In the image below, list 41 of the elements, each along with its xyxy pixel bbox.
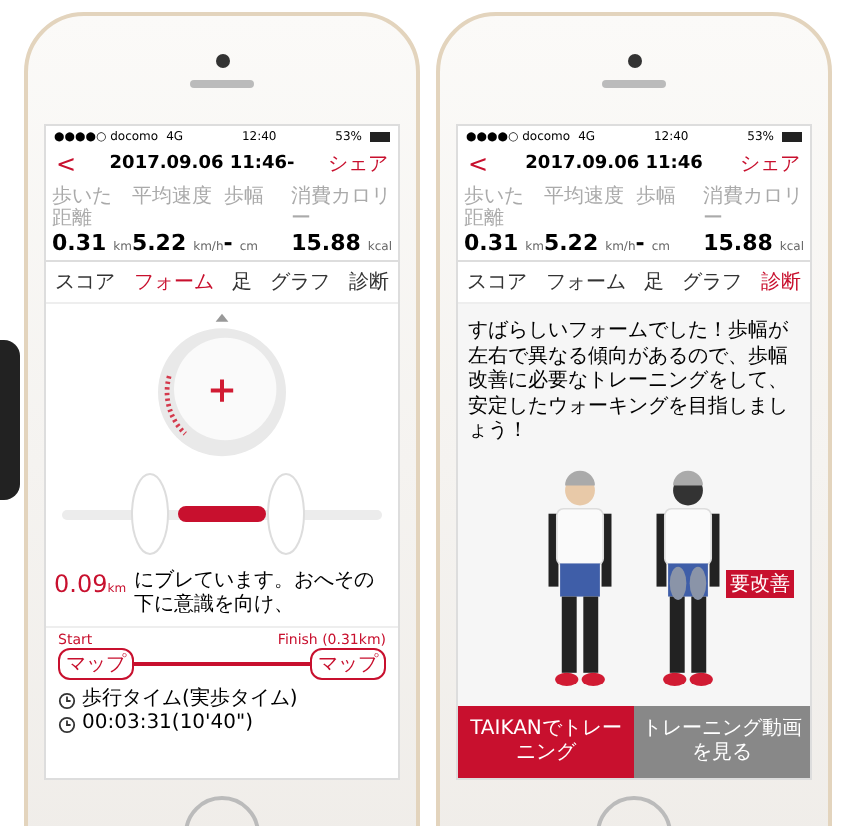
tab[interactable]: 診断 — [348, 268, 389, 296]
camera-icon — [627, 53, 641, 67]
training-button[interactable]: トレーニング動画を見る — [634, 706, 810, 778]
diagnosis-text: すばらしいフォームでした！歩幅が左右で異なる傾向があるので、歩幅改善に必要なトレーニングをして、安定したウォーキングを目指しましょう！ — [468, 320, 790, 445]
speaker-icon — [602, 79, 666, 87]
stat-label: 平均速度 — [131, 188, 214, 209]
stat-label: 歩幅 — [635, 188, 678, 209]
walk-time-value: 00:03:31(10'40") — [82, 712, 254, 736]
form-advice-text: にブレています。おへその下に意識を向け、 — [134, 570, 377, 618]
map-button[interactable]: マップ — [58, 648, 134, 680]
stat-label: 消費カロリー — [291, 188, 392, 230]
tab[interactable]: 足 — [643, 268, 664, 296]
battery-icon — [370, 132, 390, 142]
stat-label: 消費カロリー — [703, 188, 804, 230]
tab[interactable]: 足 — [231, 268, 252, 296]
tab[interactable]: フォーム — [133, 268, 214, 296]
tab[interactable]: フォーム — [545, 268, 626, 296]
marker-tag: 要改善 — [726, 569, 794, 597]
speaker-icon — [190, 79, 254, 87]
walk-time-label: 歩行タイム(実歩タイム) — [82, 688, 298, 712]
stat-label: 歩幅 — [223, 188, 266, 209]
share-button[interactable]: シェア — [328, 150, 388, 178]
clock-icon — [58, 715, 76, 733]
stat-label: 歩いた距離 — [464, 188, 526, 230]
camera-icon — [215, 53, 229, 67]
back-button[interactable]: < — [468, 150, 489, 178]
stat-label: 平均速度 — [543, 188, 626, 209]
date-title: 2017.09.06 11:46 — [523, 154, 705, 174]
battery-icon — [782, 132, 802, 142]
stat-label: 歩いた距離 — [52, 188, 114, 230]
training-button[interactable]: TAIKANでトレーニング — [458, 706, 634, 778]
tab[interactable]: スコア — [55, 268, 116, 296]
back-button[interactable]: < — [56, 150, 77, 178]
map-button[interactable]: マップ — [310, 648, 386, 680]
tab[interactable]: 診断 — [760, 268, 801, 296]
date-title: 2017.09.06 11:46- — [107, 154, 297, 174]
clock-icon — [58, 691, 76, 709]
tab[interactable]: グラフ — [682, 268, 743, 296]
tab[interactable]: グラフ — [270, 268, 331, 296]
tab[interactable]: スコア — [467, 268, 528, 296]
share-button[interactable]: シェア — [740, 150, 800, 178]
